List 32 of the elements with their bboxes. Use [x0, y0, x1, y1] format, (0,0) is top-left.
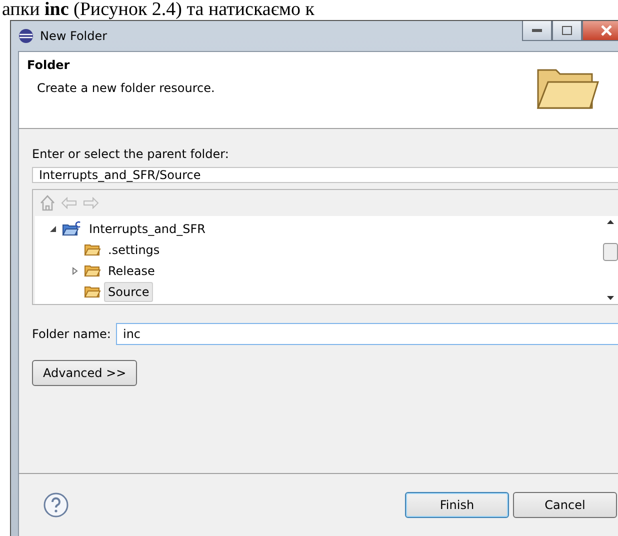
folder-icon [84, 285, 101, 298]
tree-item[interactable]: Interrupts_and_SFR [85, 218, 210, 238]
folder-icon [84, 243, 101, 256]
folder-name-field[interactable]: inc [116, 323, 618, 345]
parent-folder-field[interactable]: Interrupts_and_SFR/Source [32, 167, 618, 183]
header-title: Folder [27, 58, 71, 72]
scroll-down-icon[interactable] [607, 296, 614, 300]
document-text: апки inc (Рисунок 2.4) та натискаємо к [1, 0, 316, 20]
scroll-up-icon[interactable] [607, 220, 614, 224]
expand-icon[interactable] [71, 266, 79, 274]
tree-item[interactable]: Release [104, 260, 159, 280]
maximize-icon [562, 26, 572, 35]
tree-item[interactable]: Source [104, 282, 154, 302]
parent-folder-label: Enter or select the parent folder: [32, 147, 230, 161]
header-description: Create a new folder resource. [36, 81, 216, 95]
folder-icon [84, 264, 101, 277]
tree-item[interactable]: .settings [104, 240, 164, 260]
app-icon [18, 28, 34, 44]
collapse-icon[interactable] [49, 224, 57, 232]
help-icon[interactable] [43, 492, 69, 518]
scroll-thumb[interactable] [603, 243, 618, 261]
window-title: New Folder [40, 29, 108, 43]
dialog-button[interactable]: Cancel [513, 492, 617, 518]
maximize-button[interactable] [552, 21, 582, 41]
advanced-button[interactable]: Advanced >> [32, 360, 138, 386]
dialog-button[interactable]: Finish [405, 492, 509, 518]
project-folder-icon [62, 221, 82, 236]
minimize-icon [532, 29, 542, 32]
close-button[interactable] [582, 21, 618, 41]
minimize-button[interactable] [522, 21, 552, 41]
close-icon [600, 25, 612, 36]
folder-name-label: Folder name: [32, 327, 111, 341]
